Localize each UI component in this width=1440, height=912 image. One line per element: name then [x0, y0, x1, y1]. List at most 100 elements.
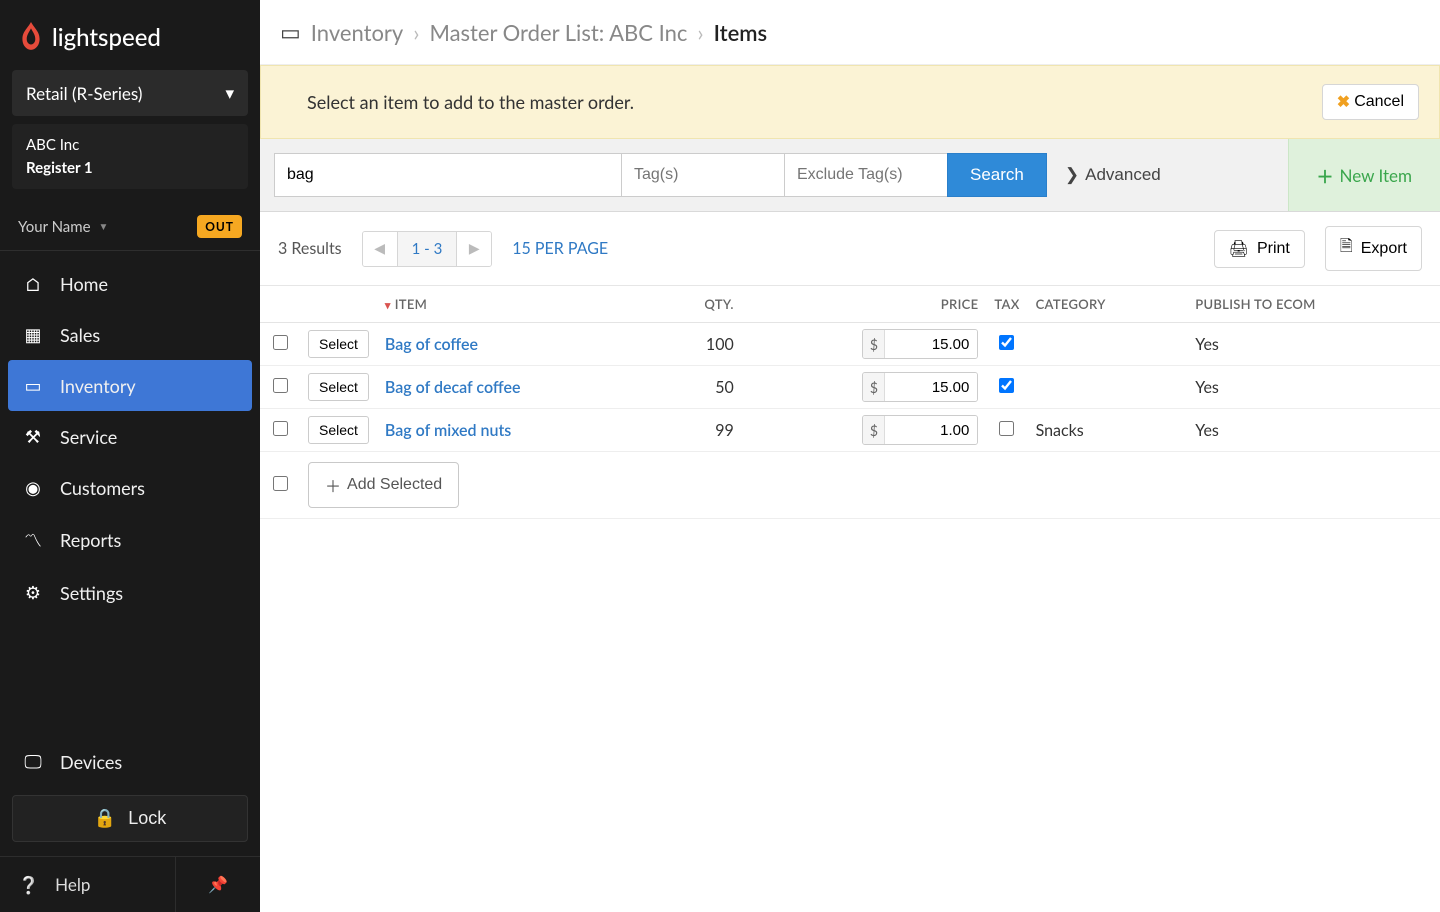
- notice-message: Select an item to add to the master orde…: [281, 91, 1322, 113]
- cancel-button[interactable]: ✖ Cancel: [1322, 84, 1419, 120]
- currency-label: $: [863, 330, 885, 358]
- account-company: ABC Inc: [26, 134, 234, 157]
- flame-icon: [18, 22, 44, 52]
- item-qty: 99: [658, 409, 742, 452]
- tags-input[interactable]: [621, 153, 785, 197]
- user-name: Your Name: [18, 218, 91, 236]
- price-input[interactable]: $: [862, 329, 978, 359]
- select-all-checkbox[interactable]: [273, 476, 288, 491]
- price-field[interactable]: [885, 416, 977, 444]
- nav-devices[interactable]: 🖵Devices: [8, 736, 252, 787]
- account-register: Register 1: [26, 157, 234, 180]
- nav-inventory[interactable]: ▭Inventory: [8, 360, 252, 411]
- help-link[interactable]: ❔ Help: [0, 857, 176, 912]
- search-button[interactable]: Search: [947, 153, 1047, 197]
- pager: ◀ 1 - 3 ▶: [362, 231, 493, 267]
- brand-logo: lightspeed: [0, 0, 260, 70]
- clock-out-badge[interactable]: OUT: [197, 215, 242, 238]
- item-qty: 100: [658, 323, 742, 366]
- col-qty[interactable]: QTY.: [658, 286, 742, 323]
- chevron-right-icon: ❯: [1065, 165, 1079, 185]
- chevron-down-icon: ▾: [225, 82, 234, 104]
- col-price[interactable]: PRICE: [742, 286, 987, 323]
- row-checkbox[interactable]: [273, 421, 288, 436]
- price-input[interactable]: $: [862, 372, 978, 402]
- item-category: Snacks: [1028, 409, 1188, 452]
- per-page-selector[interactable]: 15 PER PAGE: [512, 239, 608, 258]
- nav-settings[interactable]: ⚙Settings: [8, 567, 252, 618]
- main-content: ▭ Inventory › Master Order List: ABC Inc…: [260, 0, 1440, 912]
- currency-label: $: [863, 373, 885, 401]
- user-row[interactable]: Your Name ▼ OUT: [0, 203, 260, 251]
- chevron-down-icon: ▼: [99, 221, 109, 233]
- lock-icon: 🔒: [94, 808, 116, 829]
- tax-checkbox[interactable]: [999, 421, 1014, 436]
- nav-home[interactable]: ⌂Home: [8, 259, 252, 309]
- search-bar: Search ❯ Advanced ＋ New Item: [260, 139, 1440, 212]
- tax-checkbox[interactable]: [999, 378, 1014, 393]
- results-bar: 3 Results ◀ 1 - 3 ▶ 15 PER PAGE 🖨Print 🗎…: [260, 212, 1440, 286]
- sort-desc-icon: ▾: [385, 299, 391, 312]
- pin-icon: 📌: [208, 875, 228, 894]
- close-icon: ✖: [1337, 92, 1350, 112]
- chevron-right-icon: ›: [697, 19, 703, 46]
- item-category: [1028, 366, 1188, 409]
- notice-banner: Select an item to add to the master orde…: [260, 65, 1440, 139]
- question-icon: ❔: [18, 874, 39, 896]
- row-select-button[interactable]: Select: [308, 416, 369, 444]
- advanced-button[interactable]: ❯ Advanced: [1047, 153, 1179, 197]
- results-count: 3 Results: [278, 239, 342, 258]
- item-ecom: Yes: [1187, 366, 1440, 409]
- col-ecom[interactable]: PUBLISH TO ECOM: [1187, 286, 1440, 323]
- row-select-button[interactable]: Select: [308, 330, 369, 358]
- col-category[interactable]: CATEGORY: [1028, 286, 1188, 323]
- tax-checkbox[interactable]: [999, 335, 1014, 350]
- home-icon: ⌂: [22, 273, 44, 295]
- item-link[interactable]: Bag of decaf coffee: [385, 378, 521, 397]
- price-field[interactable]: [885, 373, 977, 401]
- sidebar: lightspeed Retail (R-Series) ▾ ABC Inc R…: [0, 0, 260, 912]
- add-selected-row: ＋ Add Selected: [260, 452, 1440, 519]
- lock-button[interactable]: 🔒 Lock: [12, 795, 248, 842]
- brand-text: lightspeed: [52, 23, 161, 52]
- series-selector[interactable]: Retail (R-Series) ▾: [12, 70, 248, 116]
- price-input[interactable]: $: [862, 415, 978, 445]
- hammer-icon: ⚒: [22, 425, 44, 448]
- item-link[interactable]: Bag of coffee: [385, 335, 478, 354]
- monitor-icon: 🖵: [22, 750, 44, 773]
- breadcrumb-root[interactable]: Inventory: [311, 19, 403, 46]
- pager-range: 1 - 3: [397, 232, 458, 266]
- nav-sales[interactable]: ▦Sales: [8, 309, 252, 360]
- chart-icon: 〽: [22, 527, 44, 553]
- item-qty: 50: [658, 366, 742, 409]
- main-nav: ⌂Home ▦Sales ▭Inventory ⚒Service ◉Custom…: [0, 251, 260, 626]
- exclude-tags-input[interactable]: [784, 153, 948, 197]
- row-select-button[interactable]: Select: [308, 373, 369, 401]
- nav-customers[interactable]: ◉Customers: [8, 462, 252, 513]
- item-ecom: Yes: [1187, 323, 1440, 366]
- new-item-button[interactable]: ＋ New Item: [1288, 139, 1440, 211]
- price-field[interactable]: [885, 330, 977, 358]
- pager-prev[interactable]: ◀: [363, 232, 397, 266]
- pin-button[interactable]: 📌: [176, 857, 260, 912]
- search-input[interactable]: [274, 153, 622, 197]
- table-row: Select Bag of coffee 100 $ Yes: [260, 323, 1440, 366]
- row-checkbox[interactable]: [273, 335, 288, 350]
- col-item[interactable]: ▾ITEM: [377, 286, 658, 323]
- add-selected-button[interactable]: ＋ Add Selected: [308, 462, 459, 508]
- nav-reports[interactable]: 〽Reports: [8, 513, 252, 567]
- box-icon: ▭: [22, 374, 44, 397]
- col-tax[interactable]: TAX: [986, 286, 1027, 323]
- nav-service[interactable]: ⚒Service: [8, 411, 252, 462]
- pager-next[interactable]: ▶: [457, 232, 491, 266]
- row-checkbox[interactable]: [273, 378, 288, 393]
- account-box[interactable]: ABC Inc Register 1: [12, 124, 248, 189]
- currency-label: $: [863, 416, 885, 444]
- item-link[interactable]: Bag of mixed nuts: [385, 421, 511, 440]
- table-row: Select Bag of decaf coffee 50 $ Yes: [260, 366, 1440, 409]
- register-icon: ▦: [22, 323, 44, 346]
- breadcrumb-mid[interactable]: Master Order List: ABC Inc: [429, 19, 687, 46]
- print-button[interactable]: 🖨Print: [1214, 230, 1305, 268]
- item-category: [1028, 323, 1188, 366]
- export-button[interactable]: 🗎Export: [1325, 226, 1422, 271]
